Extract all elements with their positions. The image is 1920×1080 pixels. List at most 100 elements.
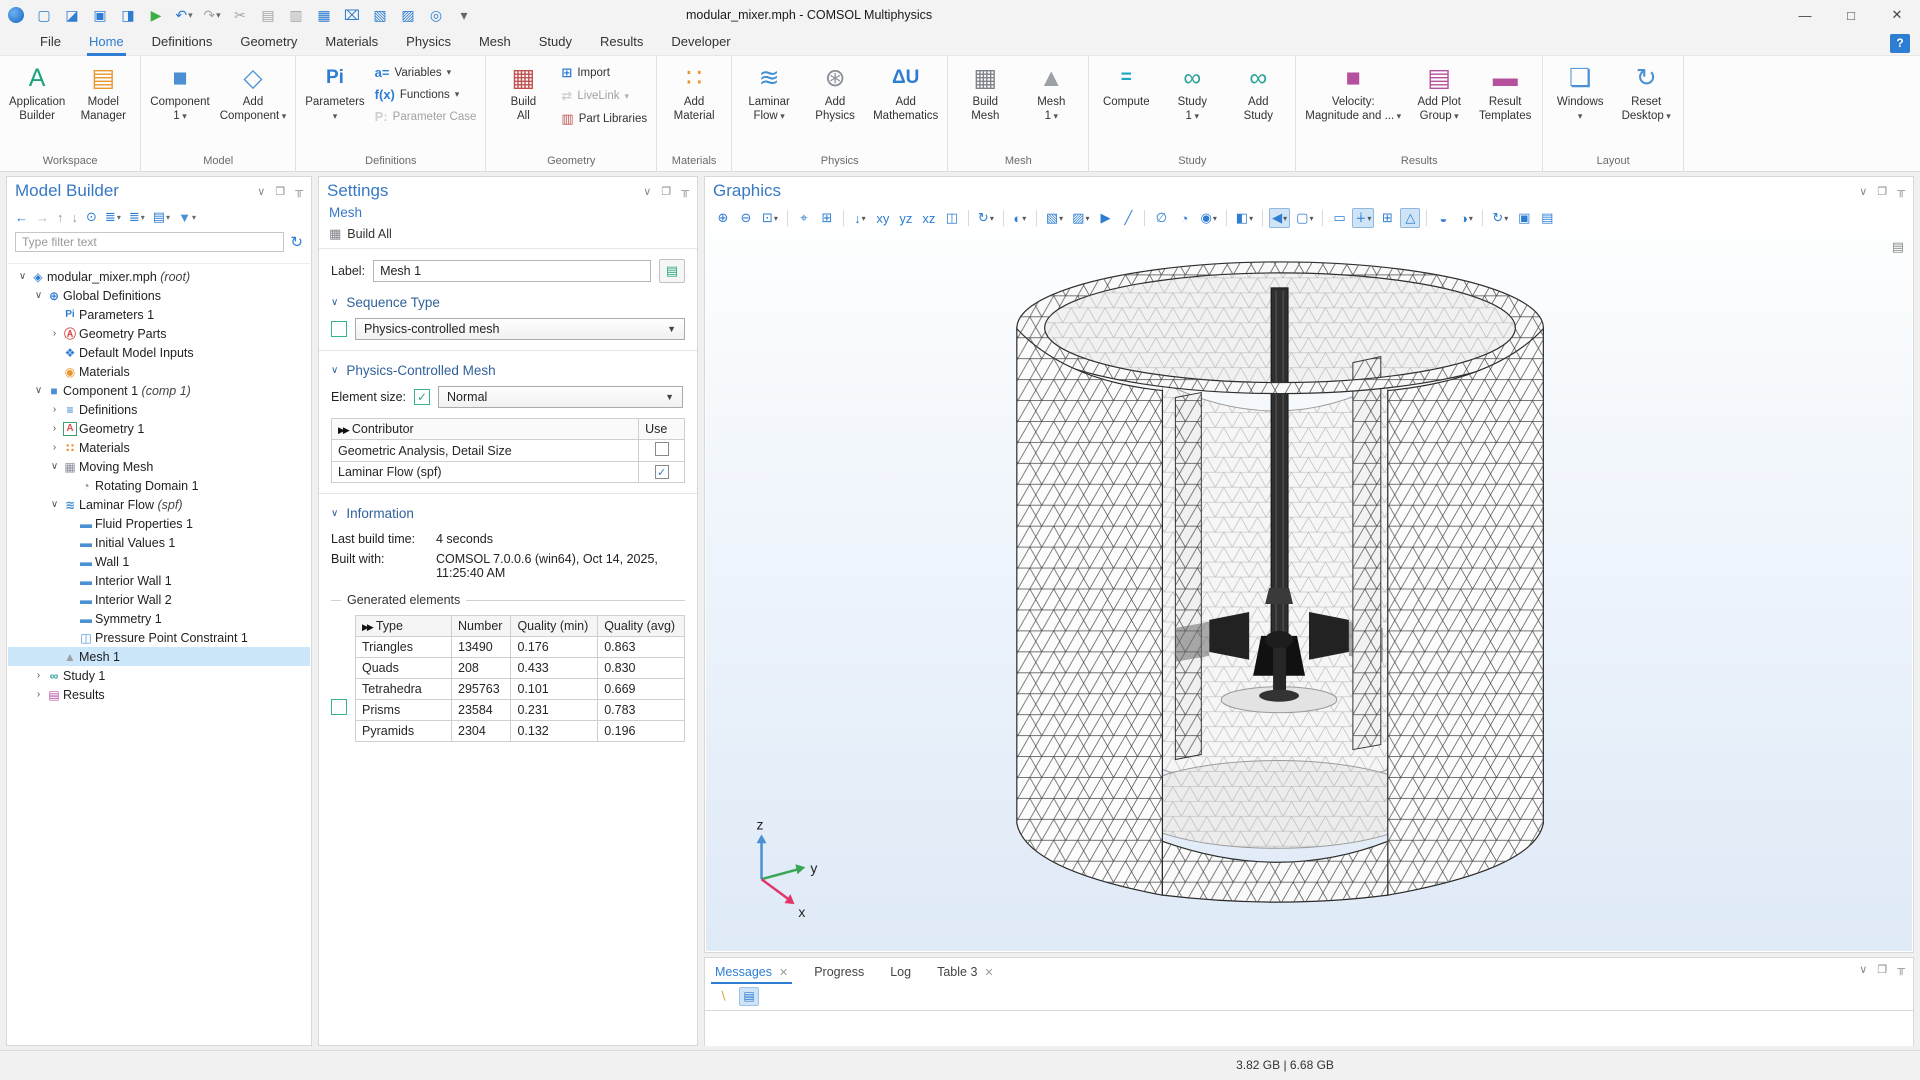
view-xy-icon[interactable]: xy — [873, 208, 893, 228]
livelink-button[interactable]: ⇄LiveLink▾ — [557, 87, 651, 105]
mesh-rendering-icon[interactable]: △ — [1400, 208, 1420, 228]
tree-expander-icon[interactable]: ∨ — [16, 271, 29, 282]
screenshot-icon[interactable]: ▣ — [1514, 208, 1534, 228]
element-type-row[interactable]: Tetrahedra2957630.1010.669 — [356, 679, 685, 700]
tree-item-fluid-properties-1[interactable]: ▬Fluid Properties 1 — [8, 514, 310, 533]
go-to-view-icon[interactable]: ↓▾ — [850, 208, 870, 228]
add-component-button[interactable]: ◇AddComponent ▾ — [216, 59, 291, 125]
laminar-flow-button[interactable]: ≋LaminarFlow ▾ — [737, 59, 801, 125]
ribbon-tab-definitions[interactable]: Definitions — [138, 30, 227, 56]
tree-item-laminar-flow[interactable]: ∨≋Laminar Flow (spf) — [8, 495, 310, 514]
report-preview-icon[interactable]: ◎ — [424, 4, 448, 26]
panel-pin-icon[interactable]: ╥ — [1897, 185, 1905, 198]
back-icon[interactable]: ← — [15, 210, 28, 225]
paste-icon[interactable]: ▥ — [284, 4, 308, 26]
add-study-button[interactable]: ∞AddStudy — [1226, 59, 1290, 125]
tree-item-initial-values-1[interactable]: ▬Initial Values 1 — [8, 533, 310, 552]
panel-pin-icon[interactable]: ╥ — [1897, 963, 1905, 976]
sequence-type-dropdown[interactable]: Physics-controlled mesh ▼ — [355, 318, 685, 340]
save-icon[interactable]: ▣ — [88, 4, 112, 26]
parameter-case-button[interactable]: P:Parameter Case — [371, 108, 481, 125]
tree-item-symmetry-1[interactable]: ▬Symmetry 1 — [8, 609, 310, 628]
panel-pin-icon[interactable]: ╥ — [295, 185, 303, 198]
ribbon-tab-home[interactable]: Home — [75, 30, 138, 56]
panel-float-icon[interactable]: ❐ — [275, 185, 285, 198]
element-type-row[interactable]: Quads2080.4330.830 — [356, 658, 685, 679]
wireframe-icon[interactable]: ▭ — [1329, 208, 1349, 228]
contributor-row[interactable]: Laminar Flow (spf)✓ — [332, 462, 685, 483]
panel-float-icon[interactable]: ❐ — [661, 185, 671, 198]
tree-item-study-1[interactable]: ›∞Study 1 — [8, 666, 310, 685]
result-templates-button[interactable]: ▬ResultTemplates — [1473, 59, 1537, 125]
move-up-icon[interactable]: ↑ — [57, 210, 64, 225]
mesh-1-button[interactable]: ▲Mesh1 ▾ — [1019, 59, 1083, 125]
zoom-box-icon[interactable]: ⊡▾ — [759, 208, 781, 228]
save-as-icon[interactable]: ◨ — [116, 4, 140, 26]
compute-button[interactable]: =Compute — [1094, 59, 1158, 111]
cut-icon[interactable]: ✂ — [228, 4, 252, 26]
view-yz-icon[interactable]: yz — [896, 208, 916, 228]
parameters-button[interactable]: PiParameters ▾ — [301, 59, 368, 125]
use-checkbox[interactable]: ✓ — [655, 465, 669, 479]
tree-expander-icon[interactable]: › — [32, 670, 45, 681]
build-all-button[interactable]: ▦ Build All — [319, 222, 697, 249]
part-libraries-button[interactable]: ▥Part Libraries — [557, 110, 651, 128]
variables-button[interactable]: a=Variables▾ — [371, 64, 481, 81]
panel-collapse-icon[interactable]: ∨ — [1859, 185, 1867, 198]
scene-light-icon[interactable]: ◐▾ — [1010, 208, 1030, 228]
use-checkbox[interactable] — [655, 442, 669, 456]
tree-filter-input[interactable] — [15, 232, 284, 252]
import-button[interactable]: ⊞Import — [557, 64, 651, 82]
ribbon-tab-materials[interactable]: Materials — [311, 30, 392, 56]
close-button[interactable]: ✕ — [1874, 0, 1920, 30]
ribbon-tab-file[interactable]: File — [26, 30, 75, 56]
build-all-button[interactable]: ▦BuildAll — [491, 59, 555, 125]
grid-icon[interactable]: ⊞ — [1377, 208, 1397, 228]
new-icon[interactable]: ▢ — [32, 4, 56, 26]
clip-plane-icon[interactable]: ◧▾ — [1233, 208, 1256, 228]
element-type-row[interactable]: Triangles134900.1760.863 — [356, 637, 685, 658]
transparency-icon[interactable]: ◔ — [1174, 208, 1194, 228]
help-button[interactable]: ? — [1890, 34, 1910, 53]
canvas-panel-toggle-icon[interactable]: ▤ — [1892, 239, 1904, 255]
clear-messages-icon[interactable]: ∖ — [713, 987, 733, 1006]
tree-item-results[interactable]: ›▤Results — [8, 685, 310, 704]
element-type-row[interactable]: Prisms235840.2310.783 — [356, 700, 685, 721]
tree-item-materials[interactable]: ›∷Materials — [8, 438, 310, 457]
tree-item-interior-wall-1[interactable]: ▬Interior Wall 1 — [8, 571, 310, 590]
tree-item-wall-1[interactable]: ▬Wall 1 — [8, 552, 310, 571]
model-manager-button[interactable]: ▤ModelManager — [71, 59, 135, 125]
build-mesh-button[interactable]: ▦BuildMesh — [953, 59, 1017, 125]
tab-progress[interactable]: Progress — [814, 965, 864, 984]
element-type-row[interactable]: Pyramids23040.1320.196 — [356, 721, 685, 742]
rotate-icon[interactable]: ↻▾ — [975, 208, 997, 228]
tree-item-interior-wall-2[interactable]: ▬Interior Wall 2 — [8, 590, 310, 609]
panel-float-icon[interactable]: ❐ — [1877, 963, 1887, 976]
open-icon[interactable]: ◪ — [60, 4, 84, 26]
study-1-button[interactable]: ∞Study1 ▾ — [1160, 59, 1224, 125]
run-icon[interactable]: ▶ — [144, 4, 168, 26]
element-size-dropdown[interactable]: Normal ▼ — [438, 386, 683, 408]
functions-button[interactable]: f(x)Functions▾ — [371, 86, 481, 103]
section-sequence-type[interactable]: ∨ Sequence Type — [331, 283, 685, 318]
element-size-checkbox[interactable]: ✓ — [414, 389, 430, 405]
ribbon-tab-results[interactable]: Results — [586, 30, 657, 56]
tree-expander-icon[interactable]: › — [48, 423, 61, 434]
add-mathematics-button[interactable]: ΔUAddMathematics — [869, 59, 942, 125]
tree-item-rotating-domain-1[interactable]: ◔Rotating Domain 1 — [8, 476, 310, 495]
view-xz-icon[interactable]: xz — [919, 208, 939, 228]
zoom-to-selection-icon[interactable]: ⊞ — [817, 208, 837, 228]
tree-item-component-1[interactable]: ∨■Component 1 (comp 1) — [8, 381, 310, 400]
axis-orientation-icon[interactable]: ∔▾ — [1352, 208, 1374, 228]
duplicate-icon[interactable]: ▦ — [312, 4, 336, 26]
tree-expander-icon[interactable]: › — [48, 328, 61, 339]
ribbon-tab-geometry[interactable]: Geometry — [226, 30, 311, 56]
add-physics-button[interactable]: ⊛AddPhysics — [803, 59, 867, 125]
ribbon-tab-developer[interactable]: Developer — [657, 30, 744, 56]
graphics-canvas[interactable]: ▤ — [706, 233, 1912, 951]
forward-icon[interactable]: → — [36, 210, 49, 225]
copy-icon[interactable]: ▤ — [256, 4, 280, 26]
close-tab-icon[interactable]: ✕ — [984, 966, 993, 979]
panel-pin-icon[interactable]: ╥ — [681, 185, 689, 198]
windows-button[interactable]: ❏Windows ▾ — [1548, 59, 1612, 125]
